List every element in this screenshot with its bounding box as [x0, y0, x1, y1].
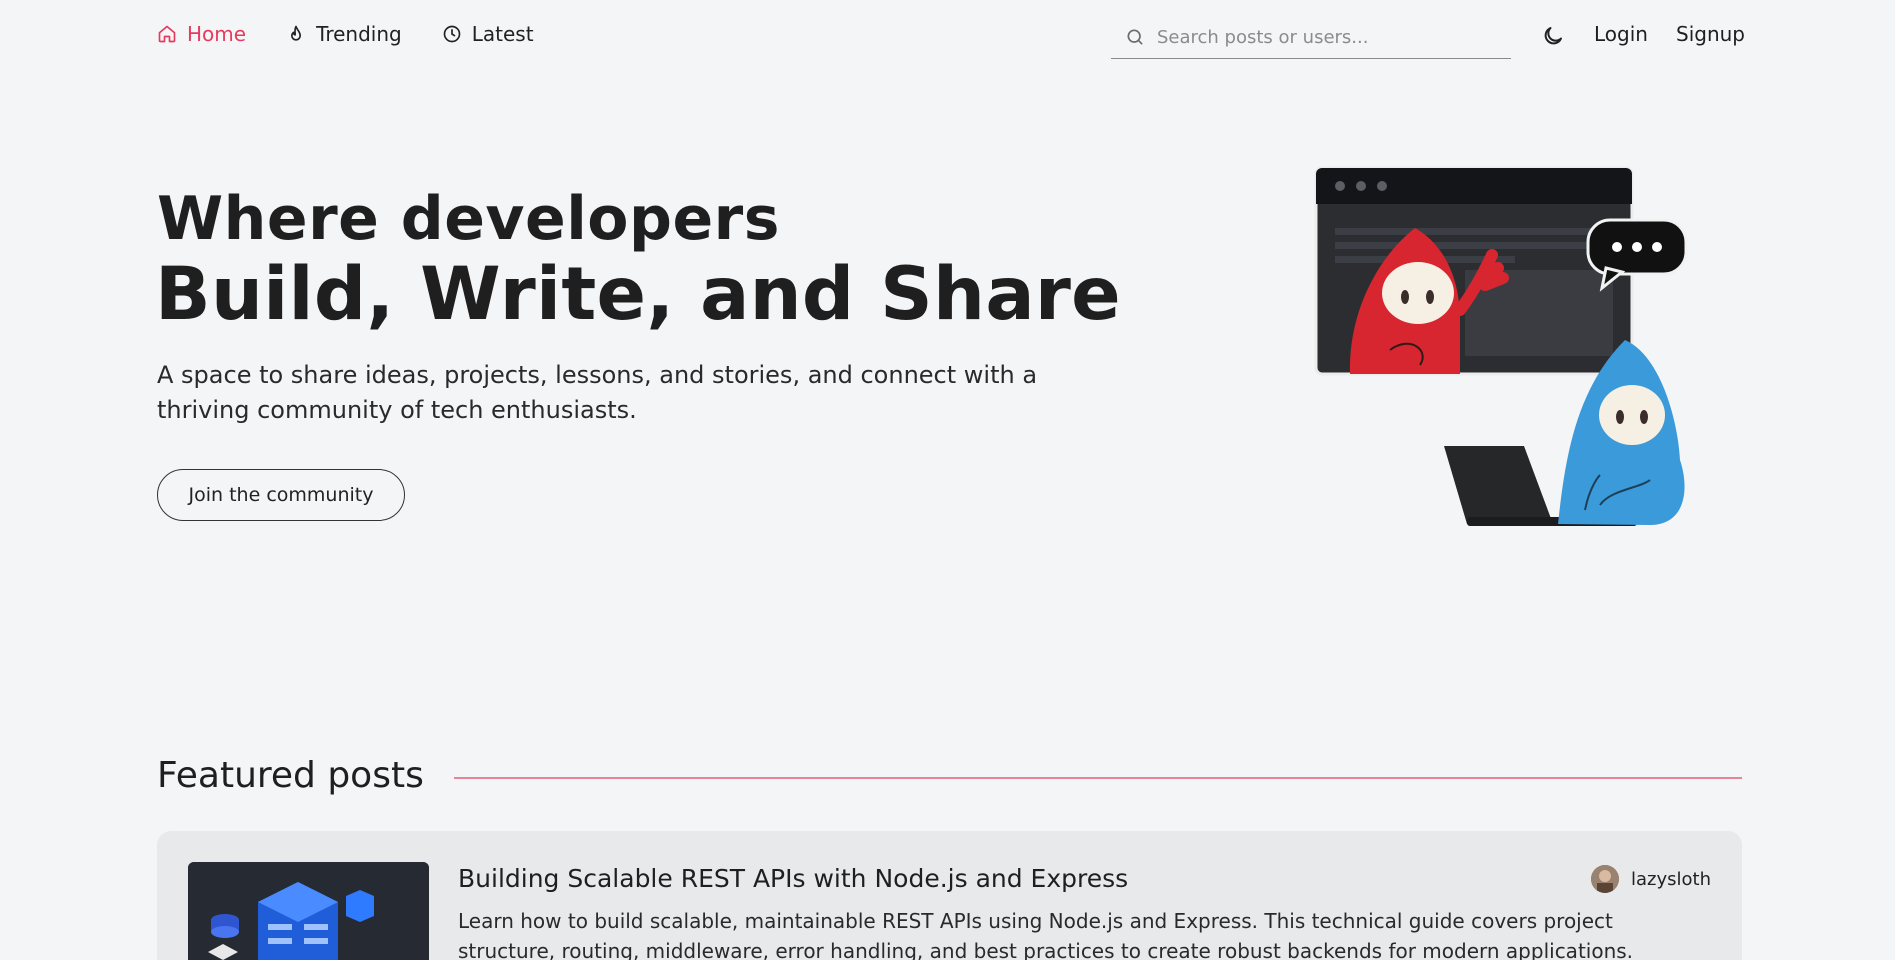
nav-item-latest[interactable]: Latest	[442, 22, 534, 46]
hero-title: Build, Write, and Share	[155, 252, 1121, 337]
post-description: Learn how to build scalable, maintainabl…	[458, 909, 1634, 960]
nav-item-home[interactable]: Home	[157, 22, 246, 46]
primary-nav: Home Trending Latest	[157, 22, 574, 46]
divider	[454, 777, 1742, 779]
hero-subtitle: Where developers	[157, 184, 780, 254]
signup-link[interactable]: Signup	[1676, 22, 1745, 46]
author-name: lazysloth	[1631, 868, 1711, 890]
post-card[interactable]: Building Scalable REST APIs with Node.js…	[157, 831, 1742, 960]
home-icon	[158, 25, 176, 43]
post-thumbnail	[188, 862, 429, 960]
nav-item-label: Latest	[471, 22, 534, 46]
flame-icon	[291, 25, 302, 41]
search-icon	[1127, 29, 1143, 45]
nav-item-label: Home	[187, 22, 247, 46]
developers-illustration	[1314, 166, 1688, 526]
avatar	[1591, 865, 1619, 893]
search-input[interactable]	[1157, 26, 1497, 48]
post-title[interactable]: Building Scalable REST APIs with Node.js…	[458, 864, 1128, 893]
post-author[interactable]: lazysloth	[1591, 865, 1711, 893]
top-navbar: Home Trending Latest Login Signup	[0, 0, 1895, 72]
search-bar	[1111, 16, 1511, 59]
nav-item-trending[interactable]: Trending	[286, 22, 402, 46]
clock-icon	[443, 25, 461, 43]
login-link[interactable]: Login	[1594, 22, 1648, 46]
join-community-button[interactable]: Join the community	[157, 469, 405, 521]
featured-posts-heading: Featured posts	[157, 755, 424, 796]
moon-icon[interactable]	[1541, 24, 1565, 48]
nav-item-label: Trending	[316, 22, 402, 46]
hero-description: A space to share ideas, projects, lesson…	[157, 361, 1038, 424]
